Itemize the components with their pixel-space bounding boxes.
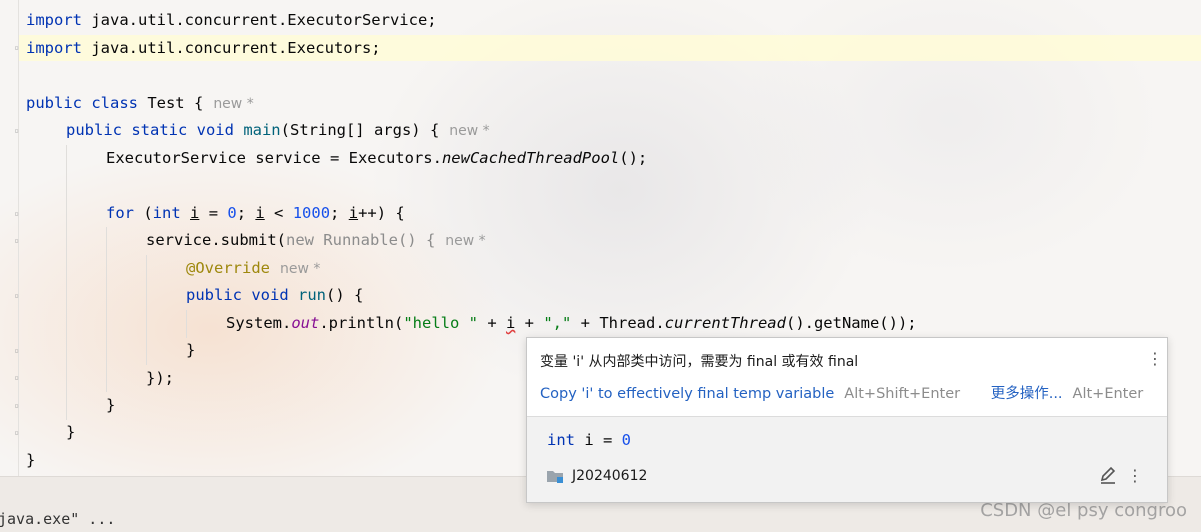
code-text: =: [199, 204, 228, 222]
fold-marker-icon[interactable]: ▫: [12, 428, 21, 437]
annotation: @Override: [186, 259, 270, 277]
error-message: 变量 'i' 从内部类中访问，需要为 final 或有效 final: [540, 354, 859, 370]
code-text: ;: [236, 204, 256, 222]
declaration-section: [527, 416, 1167, 502]
module-folder-icon: [546, 468, 564, 484]
loop-variable: i: [190, 204, 200, 222]
module-reference[interactable]: J20240612: [546, 468, 647, 484]
module-more-icon[interactable]: ⋮: [1127, 466, 1143, 485]
keyword: int: [152, 204, 181, 222]
fold-marker-icon[interactable]: ▫: [12, 291, 21, 300]
code-line-6[interactable]: ExecutorService service = Executors.newC…: [106, 145, 647, 172]
copy-to-final-action[interactable]: Copy 'i' to effectively final temp varia…: [540, 386, 834, 402]
code-text: java.util.concurrent.Executors;: [82, 39, 381, 57]
code-line-2[interactable]: import java.util.concurrent.Executors;: [26, 35, 381, 62]
class-name: Test {: [137, 94, 204, 112]
error-variable[interactable]: i: [506, 314, 515, 332]
keyword: public void: [186, 286, 289, 304]
indent-guide: [146, 255, 147, 365]
code-line-12[interactable]: System.out.println("hello " + i + "," + …: [226, 310, 917, 337]
number-literal: 0: [621, 431, 632, 449]
code-text: ++) {: [358, 204, 405, 222]
more-actions-link[interactable]: 更多操作...: [991, 386, 1063, 402]
code-text: System.: [226, 314, 292, 332]
anonymous-class-text: new Runnable() {: [285, 231, 436, 249]
module-name: J20240612: [572, 468, 648, 484]
code-line-9[interactable]: service.submit(new Runnable() { new *: [146, 227, 486, 254]
fold-marker-icon[interactable]: ▫: [12, 373, 21, 382]
static-field: out: [291, 314, 320, 332]
code-text: +: [515, 314, 544, 332]
number-literal: 1000: [292, 204, 331, 222]
author-hint[interactable]: new *: [445, 233, 485, 249]
code-text: +: [477, 314, 506, 332]
loop-variable: i: [348, 204, 359, 222]
quick-fix-actions: Copy 'i' to effectively final temp varia…: [540, 382, 1143, 403]
code-line-4[interactable]: public class Test { new *: [26, 90, 254, 117]
string-literal: ",": [543, 314, 572, 332]
code-text: service.submit(: [146, 231, 286, 249]
method-name: run: [288, 286, 326, 304]
fold-marker-icon[interactable]: ▫: [12, 401, 21, 410]
keyword: for: [106, 204, 134, 222]
fold-marker-icon[interactable]: ▫: [12, 236, 21, 245]
indent-guide: [66, 145, 67, 420]
author-hint[interactable]: new *: [449, 123, 489, 139]
fold-marker-icon[interactable]: ▫: [12, 126, 21, 135]
code-line-13[interactable]: }: [186, 337, 195, 364]
error-tooltip-popup[interactable]: 变量 'i' 从内部类中访问，需要为 final 或有效 final ⋮ Cop…: [526, 337, 1168, 503]
code-text: ().getName());: [785, 314, 917, 332]
keyword: public static void: [66, 121, 234, 139]
author-hint[interactable]: new *: [280, 261, 320, 277]
code-text: + Thread.: [571, 314, 665, 332]
code-line-16[interactable]: }: [66, 419, 75, 446]
edit-pencil-icon[interactable]: [1099, 466, 1117, 484]
code-text: <: [264, 204, 293, 222]
code-line-15[interactable]: }: [106, 392, 115, 419]
author-hint[interactable]: new *: [213, 96, 253, 112]
code-line-11[interactable]: public void run() {: [186, 282, 363, 309]
string-literal: "hello ": [403, 314, 478, 332]
loop-variable: i: [255, 204, 265, 222]
number-literal: 0: [227, 204, 237, 222]
static-method: newCachedThreadPool: [441, 149, 620, 167]
action-shortcut: Alt+Shift+Enter: [844, 386, 961, 402]
code-line-10[interactable]: @Override new *: [186, 255, 320, 282]
code-text: () {: [325, 286, 364, 304]
fold-marker-icon[interactable]: ▫: [12, 43, 21, 52]
code-line-14[interactable]: });: [146, 365, 174, 392]
code-text: .println(: [319, 314, 404, 332]
indent-guide: [186, 310, 187, 338]
more-actions-shortcut: Alt+Enter: [1072, 386, 1144, 402]
keyword: import: [26, 39, 82, 57]
watermark: CSDN @el psy congroo: [980, 500, 1187, 521]
code-line-5[interactable]: public static void main(String[] args) {…: [66, 117, 490, 144]
code-line-8[interactable]: for (int i = 0; i < 1000; i++) {: [106, 200, 405, 227]
static-method: currentThread: [664, 314, 786, 332]
keyword: public class: [26, 94, 138, 112]
code-text: java.util.concurrent.ExecutorService;: [82, 11, 437, 29]
code-text: ExecutorService service = Executors.: [106, 149, 442, 167]
fold-marker-icon[interactable]: ▫: [12, 209, 21, 218]
variable-declaration: int i = 0: [547, 431, 631, 449]
code-line-17[interactable]: }: [26, 447, 35, 474]
code-text: (String[] args) {: [280, 121, 440, 139]
code-text: i =: [575, 431, 622, 449]
fold-marker-icon[interactable]: ▫: [12, 346, 21, 355]
code-line-1[interactable]: import java.util.concurrent.ExecutorServ…: [26, 7, 437, 34]
indent-guide: [106, 227, 107, 392]
more-options-icon[interactable]: ⋮: [1147, 349, 1163, 368]
code-text: ();: [619, 149, 648, 167]
code-text: (: [134, 204, 153, 222]
keyword: int: [547, 431, 575, 449]
keyword: import: [26, 11, 82, 29]
method-name: main: [233, 121, 281, 139]
console-output: java.exe" ...: [0, 510, 116, 528]
code-text: ;: [330, 204, 349, 222]
